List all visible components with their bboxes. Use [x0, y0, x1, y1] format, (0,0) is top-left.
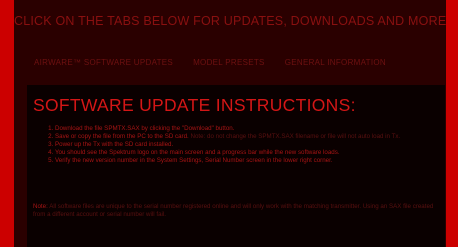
note-label: Note:: [33, 203, 48, 210]
page-header: CLICK ON THE TABS BELOW FOR UPDATES, DOW…: [14, 14, 447, 28]
step-text: Verify the new version number in the Sys…: [55, 157, 333, 164]
step-note: Note: do not change the SPMTX.SAX filena…: [190, 133, 401, 140]
step-item: Download the file SPMTX.SAX by clicking …: [55, 125, 435, 133]
step-item: You should see the Spektrum logo on the …: [55, 149, 435, 157]
step-text: Power up the Tx with the SD card install…: [55, 141, 174, 148]
step-item: Save or copy the file from the PC to the…: [55, 133, 435, 141]
serial-note: Note: All software files are unique to t…: [33, 203, 438, 219]
step-text: Save or copy the file from the PC to the…: [55, 133, 189, 140]
instructions-list: Download the file SPMTX.SAX by clicking …: [27, 125, 435, 165]
tab-software-updates[interactable]: AIRWARE™ SOFTWARE UPDATES: [34, 58, 173, 67]
step-item: Power up the Tx with the SD card install…: [55, 141, 435, 149]
tab-bar: AIRWARE™ SOFTWARE UPDATES MODEL PRESETS …: [34, 58, 386, 67]
tab-general-information[interactable]: GENERAL INFORMATION: [285, 58, 386, 67]
step-item: Verify the new version number in the Sys…: [55, 157, 435, 165]
step-text: Download the file SPMTX.SAX by clicking …: [55, 125, 235, 132]
step-text: You should see the Spektrum logo on the …: [55, 149, 340, 156]
instructions-title: SOFTWARE UPDATE INSTRUCTIONS:: [33, 95, 356, 115]
tab-model-presets[interactable]: MODEL PRESETS: [193, 58, 265, 67]
note-text: All software files are unique to the ser…: [33, 203, 434, 218]
instructions-panel: SOFTWARE UPDATE INSTRUCTIONS: Download t…: [27, 85, 445, 247]
